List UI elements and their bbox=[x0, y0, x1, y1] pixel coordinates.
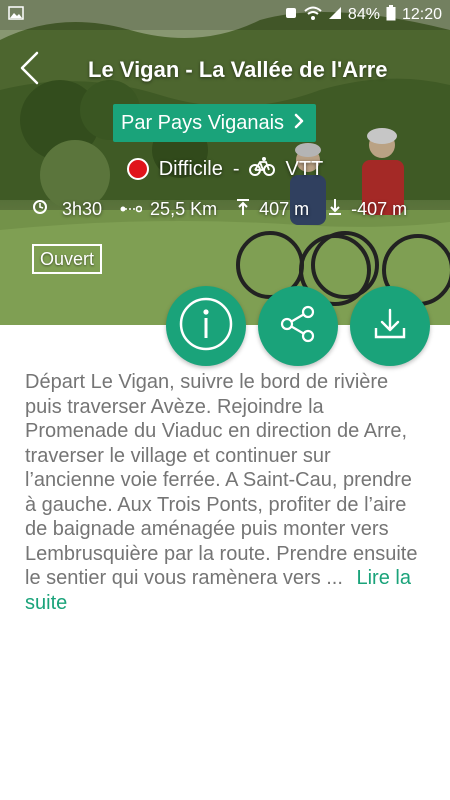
description-text: Départ Le Vigan, suivre le bord de riviè… bbox=[25, 371, 418, 589]
descent-item: -407 m bbox=[327, 198, 407, 221]
ascent-value: 407 m bbox=[259, 198, 310, 219]
ascent-item: 407 m bbox=[235, 198, 309, 221]
clock-time: 12:20 bbox=[401, 6, 442, 23]
clock-icon bbox=[32, 199, 48, 220]
difficulty-row: Difficile - VTT bbox=[0, 154, 450, 184]
operator-button[interactable]: Par Pays Viganais bbox=[113, 104, 317, 142]
share-button[interactable] bbox=[258, 286, 338, 366]
distance-icon bbox=[120, 199, 143, 220]
operator-label: Par Pays Viganais bbox=[121, 111, 285, 134]
distance-item: 25,5 Km bbox=[120, 199, 217, 220]
bike-icon bbox=[249, 156, 276, 182]
share-icon bbox=[278, 304, 318, 349]
wifi-icon bbox=[304, 6, 322, 25]
download-button[interactable] bbox=[350, 286, 430, 366]
status-badge: Ouvert bbox=[32, 244, 103, 274]
status-bar: 84% 12:20 bbox=[0, 0, 450, 30]
chevron-right-icon bbox=[294, 112, 304, 135]
back-icon bbox=[18, 51, 42, 90]
difficulty-label: Difficile bbox=[158, 157, 223, 180]
signal-icon bbox=[328, 6, 342, 25]
duration-value: 3h30 bbox=[62, 198, 103, 219]
screen: 84% 12:20 Le Vigan - La Vallée de l'Arre… bbox=[0, 0, 450, 800]
battery-percentage: 84% bbox=[347, 6, 380, 23]
descent-icon bbox=[327, 198, 343, 221]
ascent-icon bbox=[235, 198, 251, 221]
alarm-icon bbox=[284, 6, 298, 25]
activity-label: VTT bbox=[285, 157, 324, 180]
difficulty-dot bbox=[126, 158, 149, 180]
duration-item: 3h30 bbox=[32, 199, 102, 220]
info-button[interactable] bbox=[166, 286, 246, 366]
download-icon bbox=[370, 304, 410, 349]
separator: - bbox=[232, 157, 240, 180]
image-notification-icon bbox=[8, 5, 24, 25]
back-button[interactable] bbox=[0, 42, 60, 98]
distance-value: 25,5 Km bbox=[150, 198, 218, 219]
descent-value: -407 m bbox=[351, 198, 408, 219]
page-title: Le Vigan - La Vallée de l'Arre bbox=[88, 57, 388, 82]
battery-icon bbox=[386, 4, 396, 26]
info-icon bbox=[178, 296, 234, 357]
stats-row: 3h30 25,5 Km 407 m -407 m bbox=[32, 196, 425, 222]
trail-description: Départ Le Vigan, suivre le bord de riviè… bbox=[25, 370, 425, 615]
header: Le Vigan - La Vallée de l'Arre bbox=[0, 42, 450, 98]
